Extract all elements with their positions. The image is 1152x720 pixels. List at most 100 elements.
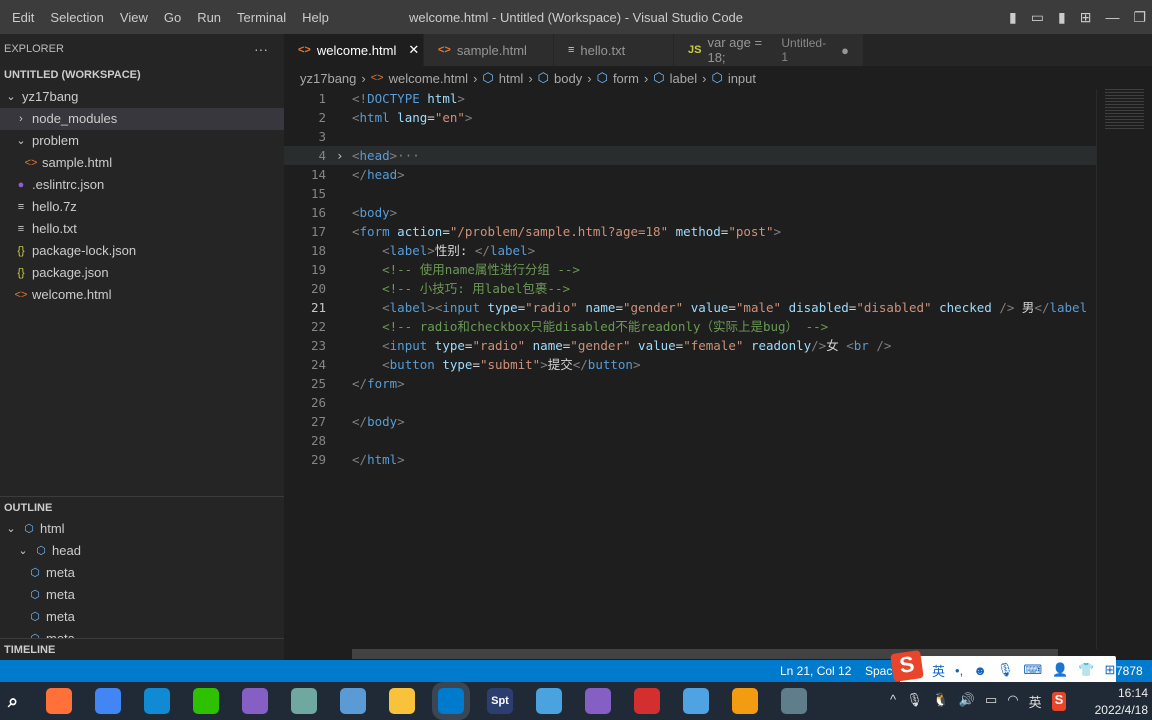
paint-icon[interactable]	[340, 688, 366, 714]
notepad-icon[interactable]	[291, 688, 317, 714]
menu-view[interactable]: View	[112, 10, 156, 25]
code-token: <	[352, 224, 360, 239]
symbol-icon: ⬡	[653, 70, 665, 85]
outline-item-label: html	[40, 521, 65, 536]
menu-terminal[interactable]: Terminal	[229, 10, 294, 25]
breadcrumb-item[interactable]: label	[670, 71, 697, 86]
emoji-icon[interactable]: ☻	[973, 663, 987, 678]
breadcrumb-item[interactable]: welcome.html	[389, 71, 468, 86]
battery-icon[interactable]: ▭	[985, 692, 997, 711]
close-icon[interactable]: ✕	[408, 42, 419, 58]
user-icon[interactable]: 👤	[1052, 662, 1068, 678]
visual-studio-icon[interactable]	[242, 688, 268, 714]
volume-icon[interactable]: 🔊	[959, 692, 975, 711]
vscode-icon[interactable]	[438, 688, 464, 714]
calculator-icon[interactable]	[781, 688, 807, 714]
code-editor[interactable]: 1 <!DOCTYPE html> 2 <html lang="en"> 3 4 › <hea…	[284, 89, 1096, 649]
firefox-icon[interactable]	[46, 688, 72, 714]
tree-item[interactable]: <> welcome.html	[0, 284, 284, 306]
code-token: "gender"	[623, 300, 684, 315]
menu-selection[interactable]: Selection	[42, 10, 111, 25]
tree-item[interactable]: ≡ hello.7z	[0, 196, 284, 218]
outline-item[interactable]: ⬡ meta	[0, 606, 284, 628]
fold-chevron-icon[interactable]: ›	[336, 146, 344, 165]
code-token: >	[397, 167, 405, 182]
breadcrumb-item[interactable]: yz17bang	[300, 71, 356, 86]
code-token: body	[367, 414, 398, 429]
chevron-right-icon: ›	[702, 70, 707, 86]
ime-language[interactable]: 英	[932, 661, 945, 680]
qq-icon[interactable]: 🐧	[933, 692, 949, 711]
wps-icon[interactable]	[634, 688, 660, 714]
outline-item[interactable]: ⬡ meta	[0, 628, 284, 638]
file-explorer-icon[interactable]	[389, 688, 415, 714]
port-status[interactable]: 7878	[1116, 664, 1143, 678]
more-actions-icon[interactable]: ···	[254, 41, 268, 57]
tree-item[interactable]: {} package.json	[0, 262, 284, 284]
tab-hello-txt[interactable]: ≡ hello.txt	[554, 34, 674, 66]
tree-item[interactable]: ● .eslintrc.json	[0, 174, 284, 196]
apps-icon[interactable]: ⊞	[1105, 662, 1116, 678]
breadcrumb-item[interactable]: body	[554, 71, 582, 86]
outline-item[interactable]: ⌄ ⬡ html	[0, 518, 284, 540]
tree-item-label: node_modules	[32, 111, 118, 126]
tree-item[interactable]: › node_modules	[0, 108, 284, 130]
menu-go[interactable]: Go	[156, 10, 189, 25]
restore-button[interactable]: ❐	[1133, 9, 1146, 26]
code-token: button	[587, 357, 633, 372]
menu-help[interactable]: Help	[294, 10, 337, 25]
tree-item[interactable]: <> sample.html	[0, 152, 284, 174]
outline-item[interactable]: ⬡ meta	[0, 562, 284, 584]
app-icon[interactable]	[536, 688, 562, 714]
microphone-icon[interactable]: 🎙	[997, 662, 1014, 678]
menu-run[interactable]: Run	[189, 10, 229, 25]
tab-var-age-18-[interactable]: JS var age = 18; Untitled-1 ●	[674, 34, 864, 66]
weather-icon[interactable]	[732, 688, 758, 714]
layout-icon[interactable]: ⊞	[1080, 9, 1092, 26]
spt-icon[interactable]: Spt	[487, 688, 513, 714]
qq-browser-icon[interactable]	[683, 688, 709, 714]
timeline-header[interactable]: TIMELINE	[0, 638, 284, 660]
outline-header[interactable]: OUTLINE	[0, 496, 284, 518]
wifi-icon[interactable]: ◠	[1007, 692, 1018, 711]
toggle-panel-icon[interactable]: ▭	[1031, 9, 1044, 26]
sogou-logo[interactable]: S	[890, 650, 924, 682]
keyboard-icon[interactable]: ⌨	[1023, 662, 1042, 678]
tree-item[interactable]: ⌄ problem	[0, 130, 284, 152]
input-language[interactable]: 英	[1029, 692, 1042, 711]
unsaved-dot-icon[interactable]: ●	[841, 43, 849, 58]
tree-item[interactable]: {} package-lock.json	[0, 240, 284, 262]
ime-punct[interactable]: •,	[955, 663, 963, 678]
breadcrumb-item[interactable]: html	[499, 71, 524, 86]
chrome-icon[interactable]	[95, 688, 121, 714]
toggle-sidebar-icon[interactable]: ▮	[1009, 9, 1017, 26]
code-text: <!-- radio和checkbox只能disabled不能readonly（…	[352, 317, 828, 336]
search-icon[interactable]: ⌕	[0, 688, 26, 714]
skin-icon[interactable]: 👕	[1078, 662, 1094, 678]
visual-studio-icon[interactable]	[585, 688, 611, 714]
cursor-position[interactable]: Ln 21, Col 12	[780, 664, 851, 678]
tab-welcome-html[interactable]: <> welcome.html ✕	[284, 34, 424, 66]
code-token: <!-- radio和checkbox只能disabled不能readonly（…	[382, 319, 829, 334]
wechat-icon[interactable]	[193, 688, 219, 714]
tab-sample-html[interactable]: <> sample.html	[424, 34, 554, 66]
tree-item[interactable]: ≡ hello.txt	[0, 218, 284, 240]
sogou-tray-icon[interactable]: S	[1051, 692, 1067, 711]
breadcrumb-item[interactable]: form	[613, 71, 639, 86]
microphone-icon[interactable]: 🎙	[906, 692, 923, 711]
minimap[interactable]	[1096, 89, 1152, 649]
outline-item[interactable]: ⌄ ⬡ head	[0, 540, 284, 562]
outline-item[interactable]: ⬡ meta	[0, 584, 284, 606]
workspace-header[interactable]: UNTITLED (WORKSPACE)	[0, 64, 284, 86]
breadcrumb-item[interactable]: input	[728, 71, 756, 86]
clock[interactable]: 16:14 2022/4/18	[1095, 685, 1148, 719]
minimize-button[interactable]: —	[1105, 9, 1119, 25]
show-hidden-icons[interactable]: ^	[890, 692, 896, 711]
code-token: </	[352, 167, 368, 182]
code-token: />	[811, 338, 827, 353]
menu-edit[interactable]: Edit	[4, 10, 42, 25]
toggle-secondary-sidebar-icon[interactable]: ▮	[1058, 9, 1066, 26]
edge-icon[interactable]	[144, 688, 170, 714]
tree-item[interactable]: ⌄ yz17bang	[0, 86, 284, 108]
